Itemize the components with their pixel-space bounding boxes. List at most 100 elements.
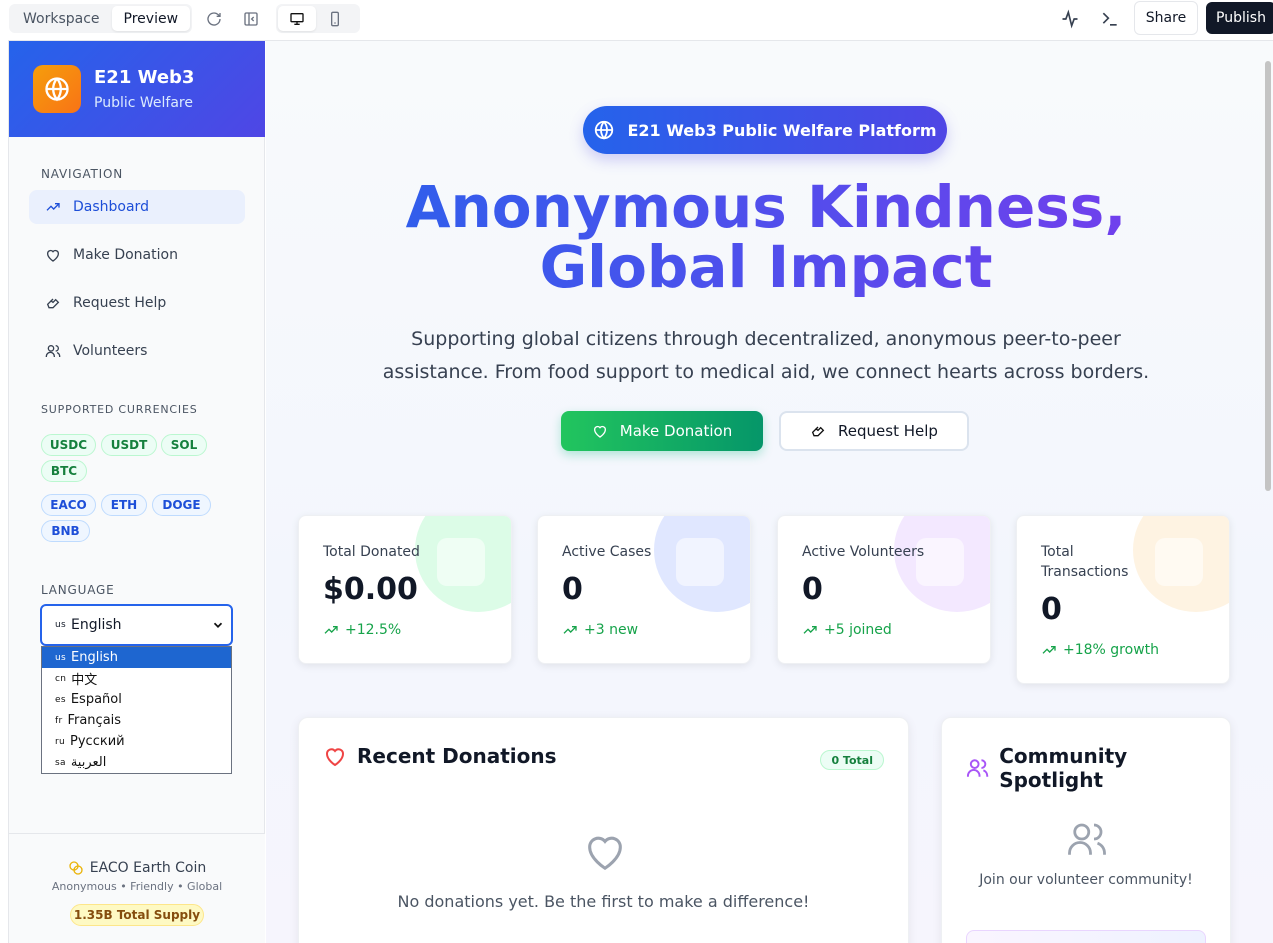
hero-title: Anonymous Kindness, Global Impact	[266, 177, 1266, 297]
stat-decoration	[415, 516, 511, 612]
main-content: E21 Web3 Public Welfare Platform Anonymo…	[266, 41, 1273, 943]
users-outline-icon	[1068, 823, 1106, 855]
language-select[interactable]: us English	[40, 604, 233, 646]
stat-trend: +18% growth	[1041, 642, 1159, 658]
nav-label: Dashboard	[73, 199, 149, 215]
flag-code: es	[55, 694, 66, 705]
mobile-icon[interactable]	[316, 6, 354, 31]
stat-label: Total Transactions	[1041, 544, 1129, 580]
currency-chip: EACO	[41, 494, 96, 516]
nav-label: Volunteers	[73, 343, 148, 359]
language-option-french[interactable]: fr Français	[42, 710, 231, 731]
language-option-label: 中文	[71, 673, 98, 688]
recent-donations-title: Recent Donations	[323, 744, 557, 768]
stat-value: 0	[1041, 592, 1062, 627]
language-selected-label: English	[71, 617, 122, 633]
refresh-icon[interactable]	[203, 8, 225, 30]
language-option-arabic[interactable]: sa العربية	[42, 752, 231, 773]
stat-decoration	[1133, 516, 1229, 612]
sidebar-footer: EACO Earth Coin Anonymous • Friendly • G…	[9, 833, 265, 943]
language-option-label: Français	[67, 713, 122, 728]
flag-code: ru	[55, 736, 66, 747]
users-icon	[45, 345, 61, 357]
share-button[interactable]: Share	[1134, 1, 1198, 35]
request-help-button[interactable]: Request Help	[779, 411, 969, 451]
flag-code: us	[55, 652, 66, 663]
hand-icon	[811, 426, 825, 437]
flag-code: sa	[55, 757, 66, 768]
language-option-chinese[interactable]: cn 中文	[42, 668, 231, 689]
flag-code: cn	[55, 673, 67, 684]
stat-value: $0.00	[323, 572, 418, 607]
nav-item-request-help[interactable]: Request Help	[29, 286, 245, 320]
make-donation-label: Make Donation	[619, 422, 733, 440]
language-option-label: Русский	[70, 734, 125, 749]
brand-title: E21 Web3	[94, 67, 195, 88]
language-option-label: العربية	[70, 755, 107, 770]
preview-tab[interactable]: Preview	[111, 6, 191, 31]
flag-code: us	[55, 620, 66, 630]
supply-badge: 1.35B Total Supply	[70, 904, 204, 926]
trending-up-icon	[46, 203, 60, 211]
spotlight-card	[966, 930, 1206, 943]
sidebar-toggle-icon[interactable]	[240, 8, 262, 30]
stat-value: 0	[562, 572, 583, 607]
platform-pill: E21 Web3 Public Welfare Platform	[583, 106, 947, 154]
hero-desc-line1: Supporting global citizens through decen…	[411, 328, 1121, 350]
footer-subtitle: Anonymous • Friendly • Global	[51, 880, 223, 893]
footer-title: EACO Earth Coin	[9, 860, 265, 876]
stat-label: Active Cases	[562, 544, 652, 560]
nav-item-dashboard[interactable]: Dashboard	[29, 190, 245, 224]
nav-label: Make Donation	[73, 247, 178, 263]
publish-button[interactable]: Publish	[1206, 2, 1273, 34]
language-heading: LANGUAGE	[41, 583, 115, 597]
trending-up-icon	[563, 626, 577, 634]
stat-card-total-transactions: Total Transactions 0 +18% growth	[1016, 515, 1230, 684]
stat-label: Active Volunteers	[802, 544, 925, 560]
language-option-english[interactable]: us English	[42, 647, 231, 668]
terminal-icon[interactable]	[1099, 8, 1121, 30]
workspace-tab[interactable]: Workspace	[11, 6, 112, 31]
top-bar: Workspace Preview Share Publish	[0, 0, 1273, 38]
language-option-spanish[interactable]: es Español	[42, 689, 231, 710]
currency-chip: ETH	[101, 494, 147, 516]
panel-title-text: Community Spotlight	[999, 744, 1128, 792]
language-option-russian[interactable]: ru Русский	[42, 731, 231, 752]
desktop-icon[interactable]	[278, 6, 316, 31]
nav-item-volunteers[interactable]: Volunteers	[29, 334, 245, 368]
stat-trend-text: +5 joined	[824, 622, 892, 638]
heart-outline-icon	[588, 836, 622, 871]
hero-description: Supporting global citizens through decen…	[366, 323, 1166, 389]
donations-empty-text: No donations yet. Be the first to make a…	[397, 892, 810, 911]
stat-decoration	[654, 516, 750, 612]
nav-heading: NAVIGATION	[41, 167, 124, 181]
community-spotlight-title: Community Spotlight	[966, 744, 1230, 792]
hero-desc-line2: assistance. From food support to medical…	[382, 361, 1150, 383]
trending-up-icon	[1042, 646, 1056, 654]
stat-card-active-volunteers: Active Volunteers 0 +5 joined	[777, 515, 991, 664]
stat-trend: +5 joined	[802, 622, 892, 638]
activity-icon[interactable]	[1059, 8, 1081, 30]
stat-card-total-donated: Total Donated $0.00 +12.5%	[298, 515, 512, 664]
currency-chip: BTC	[41, 460, 87, 482]
total-badge: 0 Total	[820, 750, 884, 770]
globe-logo-icon	[33, 65, 81, 113]
currency-chip: USDT	[101, 434, 157, 456]
spotlight-empty-text: Join our volunteer community!	[979, 872, 1193, 888]
stat-trend-text: +18% growth	[1063, 642, 1160, 658]
device-toggle	[276, 4, 360, 33]
hero-title-line1: Anonymous Kindness,	[405, 173, 1127, 241]
chevron-down-icon	[213, 622, 223, 628]
users-icon	[966, 759, 989, 777]
trending-up-icon	[803, 626, 817, 634]
make-donation-button[interactable]: Make Donation	[561, 411, 763, 451]
request-help-label: Request Help	[838, 422, 938, 440]
stat-card-active-cases: Active Cases 0 +3 new	[537, 515, 751, 664]
language-option-label: English	[71, 650, 118, 665]
platform-pill-text: E21 Web3 Public Welfare Platform	[627, 120, 937, 140]
heart-icon	[593, 425, 606, 438]
nav-item-make-donation[interactable]: Make Donation	[29, 238, 245, 272]
hero-title-line2: Global Impact	[539, 233, 993, 301]
view-mode-toggle: Workspace Preview	[9, 4, 193, 33]
currency-chip: DOGE	[152, 494, 211, 516]
